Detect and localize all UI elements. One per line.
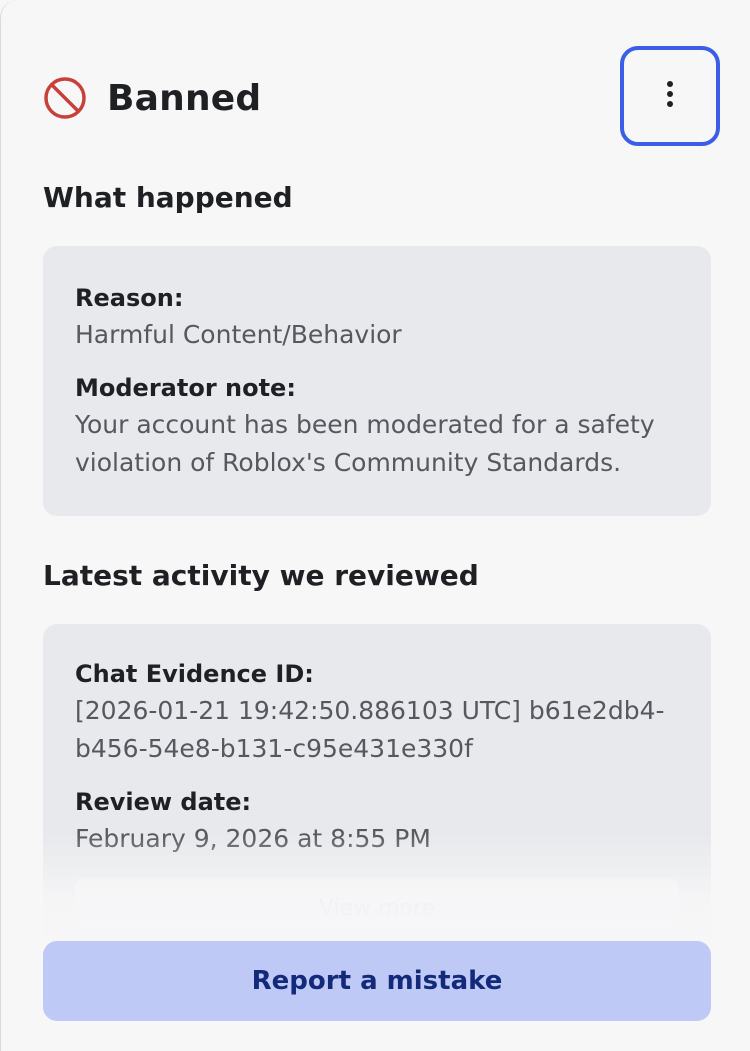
chat-evidence-label: Chat Evidence ID: [75, 660, 314, 688]
reason-value: Harmful Content/Behavior [75, 320, 402, 349]
moderation-panel: Banned What happened Reason: Harmful Con… [0, 0, 750, 1051]
latest-activity-heading: Latest activity we reviewed [43, 559, 479, 592]
review-date-label: Review date: [75, 788, 252, 816]
what-happened-card: Reason: Harmful Content/Behavior Moderat… [43, 246, 711, 516]
header: Banned [43, 76, 261, 120]
page-title: Banned [107, 77, 262, 119]
moderator-note-value: Your account has been moderated for a sa… [75, 410, 655, 477]
reason-label: Reason: [75, 284, 184, 312]
report-mistake-button[interactable]: Report a mistake [43, 941, 711, 1021]
review-date-value: February 9, 2026 at 8:55 PM [75, 824, 431, 853]
ban-icon [43, 76, 87, 120]
latest-activity-card: Chat Evidence ID: [2026-01-21 19:42:50.8… [43, 624, 711, 944]
moderator-note-label: Moderator note: [75, 374, 296, 402]
chat-evidence-value-line2: b456-54e8-b131-c95e431e330f [75, 734, 473, 763]
more-options-button[interactable] [620, 46, 720, 146]
view-more-button[interactable]: View more [75, 878, 679, 928]
more-vertical-icon [665, 79, 675, 113]
what-happened-heading: What happened [43, 181, 293, 214]
chat-evidence-value-line1: [2026-01-21 19:42:50.886103 UTC] b61e2db… [75, 696, 665, 725]
